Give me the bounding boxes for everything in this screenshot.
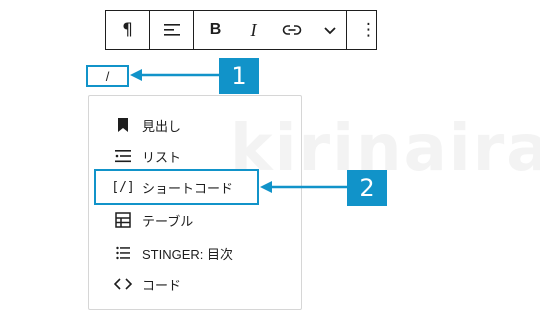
block-options-button[interactable]: ⋮ bbox=[347, 11, 390, 49]
menu-item-code[interactable]: コード bbox=[112, 270, 181, 298]
more-vertical-icon: ⋮ bbox=[360, 20, 377, 40]
chevron-down-icon bbox=[323, 27, 336, 35]
menu-item-label: 見出し bbox=[142, 118, 182, 134]
menu-item-list[interactable]: リスト bbox=[112, 142, 181, 170]
menu-item-label: リスト bbox=[142, 149, 182, 165]
toolbar-group-block: ¶ bbox=[106, 11, 150, 49]
align-button[interactable] bbox=[150, 11, 193, 49]
paragraph-block-button[interactable]: ¶ bbox=[106, 11, 149, 49]
list-icon bbox=[112, 145, 134, 167]
toolbar-group-align bbox=[150, 11, 194, 49]
align-left-icon bbox=[163, 24, 180, 36]
shortcode-highlight bbox=[94, 169, 259, 205]
toolbar-group-options: ⋮ bbox=[347, 11, 390, 49]
more-formatting-button[interactable] bbox=[313, 11, 346, 49]
toolbar-group-format: B I bbox=[194, 11, 347, 49]
callout-badge-1: 1 bbox=[219, 58, 259, 94]
table-icon bbox=[112, 209, 134, 231]
bookmark-icon bbox=[112, 114, 134, 136]
menu-item-heading[interactable]: 見出し bbox=[112, 111, 181, 139]
menu-item-label: コード bbox=[142, 277, 182, 293]
code-icon bbox=[112, 273, 134, 295]
list-icon bbox=[112, 242, 134, 264]
slash-text: / bbox=[105, 68, 110, 84]
callout-badge-2: 2 bbox=[347, 170, 387, 206]
link-icon bbox=[282, 25, 301, 35]
callout-arrow-2 bbox=[260, 181, 350, 193]
link-button[interactable] bbox=[270, 11, 313, 49]
menu-item-toc[interactable]: STINGER: 目次 bbox=[112, 239, 233, 267]
callout-arrow-1 bbox=[130, 69, 220, 81]
slash-command-input[interactable]: / bbox=[86, 65, 129, 87]
menu-item-label: テーブル bbox=[142, 213, 194, 229]
italic-button[interactable]: I bbox=[237, 11, 270, 49]
bold-button[interactable]: B bbox=[194, 11, 237, 49]
block-toolbar: ¶ B I ⋮ bbox=[105, 10, 377, 50]
menu-item-label: STINGER: 目次 bbox=[142, 246, 234, 262]
paragraph-icon: ¶ bbox=[122, 20, 133, 40]
menu-item-table[interactable]: テーブル bbox=[112, 206, 193, 234]
